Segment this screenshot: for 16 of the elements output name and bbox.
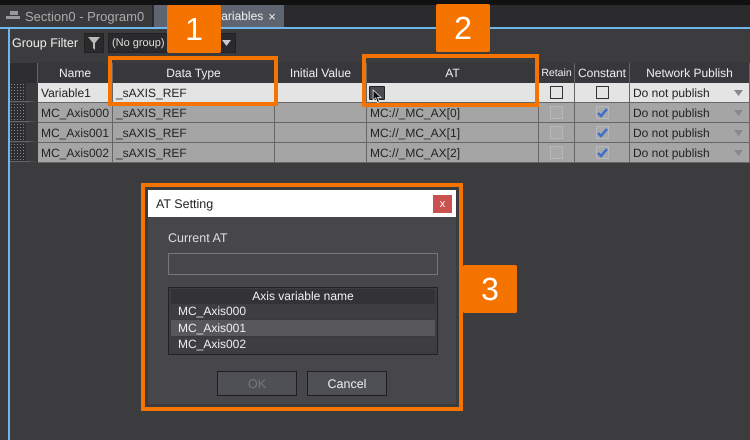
table-cell: MC_Axis000 [38, 103, 113, 123]
table-cell: _sAXIS_REF [113, 143, 275, 163]
dialog-title: AT Setting [156, 196, 214, 210]
table-cell: MC_Axis002 [38, 143, 113, 163]
table-cell: MC://_MC_AX[1] [367, 123, 539, 143]
table-cell: Variable1 [38, 83, 113, 103]
field-label: Current AT [168, 231, 229, 245]
group-filter-label: Group Filter [12, 36, 78, 50]
table-cell: MC://_MC_AX[2] [367, 143, 539, 163]
list-header: Axis variable name [171, 289, 435, 304]
table-cell: _sAXIS_REF [113, 123, 275, 143]
table-cell: MC_Axis001 [38, 123, 113, 143]
callout-tooltip: 2 [436, 4, 490, 52]
callout-tooltip: 3 [463, 265, 517, 313]
callout-tooltip: 1 [167, 5, 221, 53]
table-cell: _sAXIS_REF [113, 83, 275, 103]
